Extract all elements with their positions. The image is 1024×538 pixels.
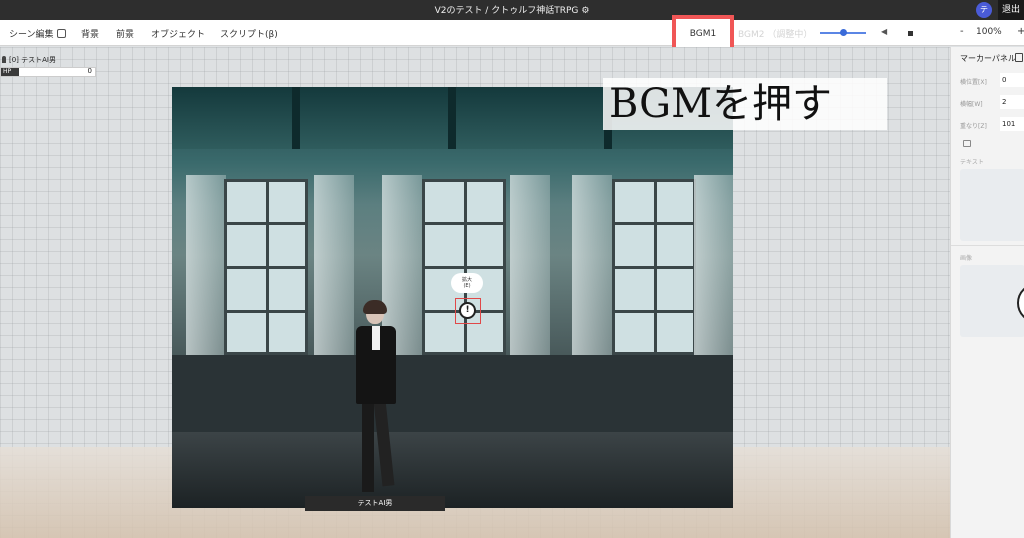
hp-bar: HP 0: [0, 67, 96, 77]
toolbar: シーン編集 背景 前景 オブジェクト スクリプト(β): [0, 20, 1024, 46]
scene-edit-checkbox[interactable]: [56, 29, 66, 38]
zoom-level: 100%: [976, 27, 1002, 37]
character-sprite[interactable]: [340, 300, 410, 500]
title-bar: V2のテスト / クトゥルフ神話TRPG ⚙ テ 退出: [0, 0, 1024, 20]
ceiling-beam: [292, 87, 300, 149]
hp-value: 0: [87, 67, 92, 75]
window: [422, 179, 506, 355]
bgm2-button[interactable]: BGM2 （調整中）: [738, 27, 812, 40]
marker-tooltip: 拡大 (E): [451, 273, 483, 293]
window: [612, 179, 696, 355]
zoom-out-button[interactable]: -: [960, 26, 964, 37]
room-title: V2のテスト / クトゥルフ神話TRPG ⚙: [0, 3, 1024, 16]
exclamation-icon[interactable]: !: [459, 302, 476, 319]
field-label-w: 横幅[W]: [960, 101, 983, 108]
marker-panel: マーカーパネル 横位置[X] 0 横幅[W] 2 重なり[Z] 101 テキスト…: [950, 47, 1024, 538]
window: [224, 179, 308, 355]
avatar[interactable]: テ: [976, 2, 992, 18]
play-icon[interactable]: ◀: [881, 27, 887, 36]
character-leg: [362, 400, 374, 492]
object-button[interactable]: オブジェクト: [151, 27, 205, 40]
scene-edit-label: シーン編集: [9, 30, 54, 40]
scene-edit-toggle[interactable]: シーン編集: [9, 27, 66, 40]
text-label: テキスト: [960, 159, 984, 166]
field-label-x: 横位置[X]: [960, 79, 987, 86]
zoom-in-button[interactable]: +: [1017, 26, 1024, 37]
copy-icon[interactable]: [1015, 53, 1023, 62]
character-name-label: テストAI男: [305, 496, 445, 511]
background-button[interactable]: 背景: [81, 27, 99, 40]
pin-icon: [2, 56, 6, 63]
image-preview-circle: [1017, 283, 1024, 323]
character-leg: [373, 399, 395, 487]
text-field[interactable]: [960, 169, 1024, 241]
field-x-input[interactable]: 0: [1000, 73, 1024, 87]
panel-divider: [951, 245, 1024, 246]
stop-icon[interactable]: [908, 31, 913, 36]
scene-floor: [172, 432, 733, 508]
field-label-z: 重なり[Z]: [960, 123, 987, 130]
scene-lower-wall: [172, 355, 733, 435]
image-label: 画像: [960, 255, 973, 262]
field-w-input[interactable]: 2: [1000, 95, 1024, 109]
instruction-annotation: BGMを押す: [603, 78, 887, 130]
lock-icon[interactable]: [963, 140, 971, 147]
character-status-name: [0] テストAI男: [9, 56, 56, 64]
script-button[interactable]: スクリプト(β): [220, 27, 278, 40]
field-z-input[interactable]: 101: [1000, 117, 1024, 131]
foreground-button[interactable]: 前景: [116, 27, 134, 40]
bgm1-button[interactable]: BGM1: [676, 19, 730, 49]
character-shirt: [372, 326, 380, 350]
character-hair: [363, 300, 387, 314]
scene-background-image: [172, 87, 733, 508]
room-title-text: V2のテスト / クトゥルフ神話TRPG: [434, 6, 579, 16]
panel-title: マーカーパネル: [960, 54, 1016, 63]
hp-label: HP: [1, 68, 19, 76]
exit-button[interactable]: 退出: [998, 0, 1024, 20]
gear-icon[interactable]: ⚙: [581, 6, 589, 16]
character-status[interactable]: [0] テストAI男: [2, 55, 56, 65]
ceiling-beam: [448, 87, 456, 149]
volume-slider-handle[interactable]: [840, 29, 847, 36]
image-picker[interactable]: [960, 265, 1024, 337]
